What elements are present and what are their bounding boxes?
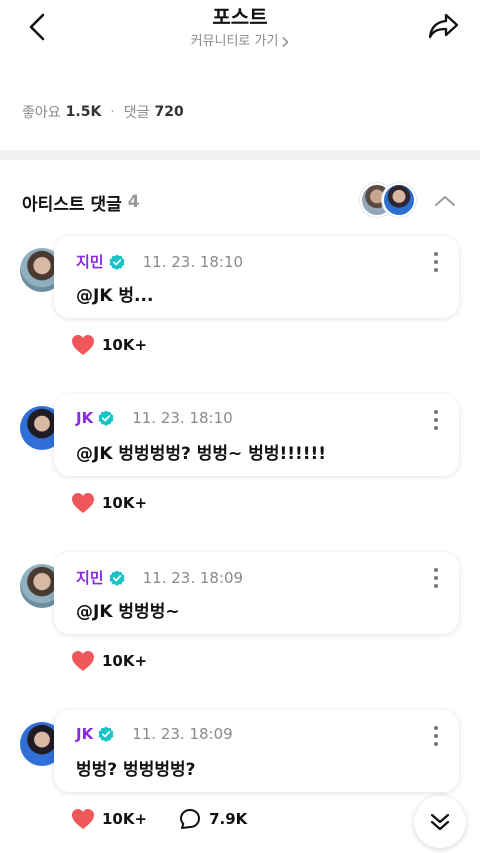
like-button[interactable]: 10K+ [71,492,147,514]
comment-item: 지민 11. 23. 18:10 @JK 벙... 10K+ [0,236,480,386]
speech-bubble-icon [180,809,201,829]
comment-meta: 지민 11. 23. 18:10 [76,251,243,272]
share-arrow-icon [428,13,459,39]
comment-meta: JK 11. 23. 18:10 [76,409,233,427]
comment-time: 11. 23. 18:10 [142,252,244,271]
top-bar: 포스트 커뮤니티로 가기 [0,0,480,60]
author-name[interactable]: JK [76,409,93,427]
comment-text: @JK 벙벙벙~ [76,602,180,622]
like-count: 10K+ [102,336,148,354]
scroll-down-button[interactable] [414,796,466,848]
page-title: 포스트 [212,5,268,29]
verified-badge-icon [98,726,114,742]
comment-text: 벙벙? 벙벙벙벙? [76,760,196,780]
go-to-community-link[interactable]: 커뮤니티로 가기 [191,33,290,51]
comment-bubble: 지민 11. 23. 18:09 @JK 벙벙벙~ [54,552,459,634]
more-options-button[interactable] [427,568,445,588]
comment-actions: 10K+ [71,492,147,514]
comment-meta: JK 11. 23. 18:09 [76,725,233,743]
go-to-community-label: 커뮤니티로 가기 [190,34,279,49]
artist-avatar-stack[interactable] [360,183,416,219]
likes-value: 1.5K [65,104,102,120]
like-button[interactable]: 10K+ [71,334,147,356]
author-name[interactable]: JK [76,725,93,743]
chevron-right-icon [282,36,289,48]
more-options-button[interactable] [427,410,445,430]
like-button[interactable]: 10K+ [71,808,147,830]
avatar [382,183,416,217]
like-count: 10K+ [102,652,148,670]
artist-comments-header: 아티스트 댓글 4 [22,182,460,222]
heart-icon [72,493,94,513]
verified-badge-icon [109,254,125,270]
verified-badge-icon [98,410,114,426]
more-options-button[interactable] [427,726,445,746]
comment-bubble: JK 11. 23. 18:10 @JK 벙벙벙벙? 벙벙~ 벙벙!!!!!! [54,394,459,476]
comment-text: @JK 벙벙벙벙? 벙벙~ 벙벙!!!!!! [76,444,326,464]
collapse-button[interactable] [430,186,460,216]
comment-time: 11. 23. 18:10 [132,409,233,427]
artist-comments-count: 4 [127,192,140,212]
chevron-up-icon [435,196,455,206]
like-button[interactable]: 10K+ [71,650,147,672]
comment-item: 지민 11. 23. 18:09 @JK 벙벙벙~ 10K+ [0,552,480,702]
post-stats: 좋아요 1.5K · 댓글 720 [22,102,184,122]
author-name[interactable]: 지민 [76,567,104,588]
verified-badge-icon [109,570,125,586]
comment-bubble: JK 11. 23. 18:09 벙벙? 벙벙벙벙? [54,710,459,792]
like-count: 10K+ [102,494,148,512]
comment-time: 11. 23. 18:09 [142,568,244,587]
comments-value: 720 [154,104,184,120]
separator-dot: · [110,104,115,120]
more-options-button[interactable] [427,252,445,272]
comment-actions: 10K+ [71,650,147,672]
comment-actions: 10K+ [71,334,147,356]
comment-text: @JK 벙... [76,286,154,306]
section-divider [0,150,480,160]
author-name[interactable]: 지민 [76,251,104,272]
reply-button[interactable]: 7.9K [179,808,247,830]
heart-icon [72,335,94,355]
likes-label: 좋아요 [22,105,61,121]
comment-item: JK 11. 23. 18:09 벙벙? 벙벙벙벙? 10K+ 7.9K [0,710,480,853]
comment-actions: 10K+ 7.9K [71,808,247,830]
like-count: 10K+ [102,810,148,828]
comment-time: 11. 23. 18:09 [132,725,233,743]
heart-icon [72,651,94,671]
comments-label: 댓글 [123,105,150,121]
comment-bubble: 지민 11. 23. 18:10 @JK 벙... [54,236,459,318]
double-chevron-down-icon [430,813,450,831]
heart-icon [72,809,94,829]
comment-meta: 지민 11. 23. 18:09 [76,567,243,588]
reply-count: 7.9K [209,810,248,828]
comment-item: JK 11. 23. 18:10 @JK 벙벙벙벙? 벙벙~ 벙벙!!!!!! … [0,394,480,544]
title-block: 포스트 커뮤니티로 가기 [0,4,480,51]
share-button[interactable] [426,8,462,44]
artist-comments-title: 아티스트 댓글 [22,194,122,215]
